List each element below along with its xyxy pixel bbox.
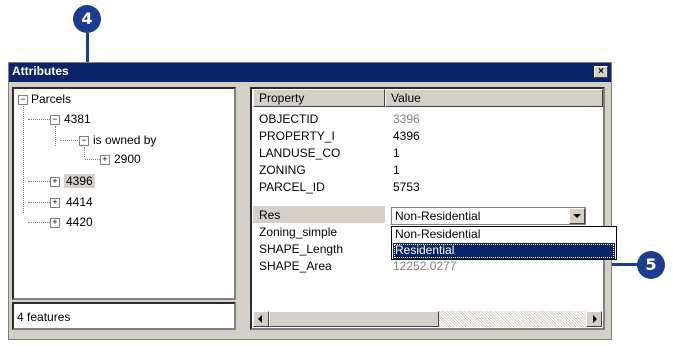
property-label: Res (259, 208, 281, 222)
close-button[interactable]: × (594, 66, 608, 78)
property-label: OBJECTID (259, 112, 319, 126)
collapse-icon[interactable]: − (79, 136, 89, 146)
property-value: 3396 (393, 112, 420, 126)
scroll-thumb[interactable] (269, 311, 439, 327)
property-value[interactable]: 4396 (393, 129, 420, 143)
collapse-icon[interactable]: − (50, 115, 60, 125)
property-grid[interactable]: Property Value OBJECTID 3396 PROPERTY_I … (250, 87, 617, 330)
dropdown-list[interactable]: Non-Residential Residential (391, 226, 617, 260)
tree-node-4420[interactable]: 4420 (66, 215, 93, 229)
scroll-right-button[interactable] (586, 311, 602, 327)
property-value[interactable]: 5753 (393, 180, 420, 194)
expand-icon[interactable]: + (50, 198, 60, 208)
dropdown-option-non-residential[interactable]: Non-Residential (393, 227, 615, 243)
callout-4: 4 (73, 5, 101, 33)
tree-root-parcels[interactable]: Parcels (31, 92, 71, 106)
property-label: ZONING (259, 163, 306, 177)
property-value: 12252.0277 (393, 259, 457, 273)
feature-tree[interactable]: − Parcels − 4381 − is owned by + 2900 + … (12, 87, 236, 300)
property-label: PROPERTY_I (259, 129, 335, 143)
res-value-dropdown[interactable]: Non-Residential (391, 207, 586, 225)
dropdown-selected-value: Non-Residential (395, 209, 481, 223)
expand-icon[interactable]: + (50, 218, 60, 228)
expand-icon[interactable]: + (50, 177, 60, 187)
expand-icon[interactable]: + (100, 155, 110, 165)
status-bar: 4 features (12, 302, 236, 330)
property-label: SHAPE_Length (259, 242, 344, 256)
attributes-window: Attributes × − Parcels − 4381 − is owned… (8, 62, 617, 340)
collapse-icon[interactable]: − (18, 95, 28, 105)
chevron-down-icon[interactable] (569, 208, 585, 224)
column-header-value[interactable]: Value (385, 89, 603, 107)
property-label: LANDUSE_CO (259, 146, 341, 160)
property-value[interactable]: 1 (393, 146, 400, 160)
title-bar[interactable]: Attributes × (9, 63, 611, 82)
tree-node-4396[interactable]: 4396 (64, 174, 95, 188)
tree-node-4381[interactable]: 4381 (64, 112, 91, 126)
property-value[interactable]: 1 (393, 163, 400, 177)
property-label: SHAPE_Area (259, 259, 332, 273)
scroll-left-button[interactable] (253, 311, 269, 327)
window-title: Attributes (12, 64, 69, 78)
dropdown-option-residential[interactable]: Residential (393, 243, 615, 259)
tree-node-4414[interactable]: 4414 (66, 195, 93, 209)
property-label: Zoning_simple (259, 225, 338, 239)
tree-relation-owned-by[interactable]: is owned by (93, 133, 156, 147)
horizontal-scrollbar[interactable] (253, 311, 602, 327)
callout-5: 5 (637, 251, 665, 279)
feature-count: 4 features (17, 310, 71, 324)
tree-node-2900[interactable]: 2900 (114, 152, 141, 166)
property-label: PARCEL_ID (259, 180, 325, 194)
column-header-property[interactable]: Property (253, 89, 385, 107)
